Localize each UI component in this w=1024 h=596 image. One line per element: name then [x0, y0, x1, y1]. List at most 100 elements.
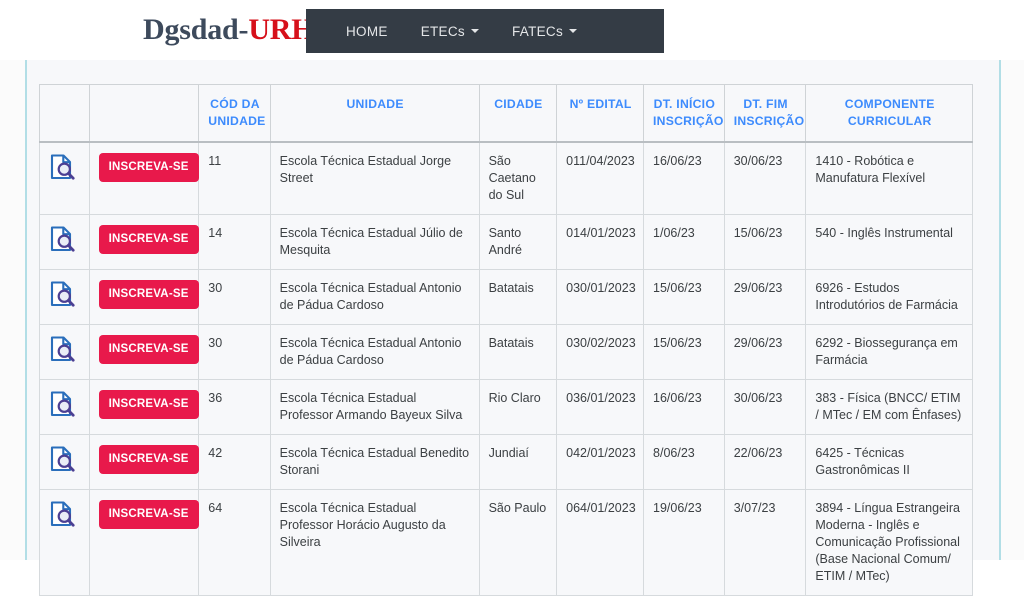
cell-cod-unidade: 11: [198, 141, 271, 215]
cell-componente: 540 - Inglês Instrumental: [805, 214, 973, 270]
col-header-dt-inicio: DT. INÍCIO INSCRIÇÃO: [643, 84, 725, 143]
document-search-icon[interactable]: [49, 390, 76, 418]
cell-unidade: Escola Técnica Estadual Benedito Storani: [269, 434, 480, 490]
nav-item-fatecs-label: FATECs: [511, 23, 564, 39]
cell-cidade: Santo André: [478, 214, 558, 270]
cell-unidade: Escola Técnica Estadual Júlio de Mesquit…: [269, 214, 480, 270]
cell-edital: 064/01/2023: [556, 489, 645, 596]
cell-edital: 036/01/2023: [556, 379, 645, 435]
col-header-edital: Nº EDITAL: [556, 84, 645, 143]
cell-dt-fim: 22/06/23: [723, 434, 807, 490]
cell-edital: 011/04/2023: [556, 141, 645, 215]
table-row: INSCREVA-SE 14 Escola Técnica Estadual J…: [39, 214, 973, 270]
vacancies-table: CÓD DA UNIDADE UNIDADE CIDADE Nº EDITAL …: [39, 84, 973, 596]
document-search-icon[interactable]: [49, 280, 76, 308]
cell-cod-unidade: 30: [198, 324, 271, 380]
cell-dt-fim: 15/06/23: [723, 214, 807, 270]
cell-cod-unidade: 64: [198, 489, 271, 596]
chevron-down-icon: [470, 29, 479, 33]
logo-text-primary: Dgsdad-: [143, 13, 249, 46]
cell-action: INSCREVA-SE: [88, 141, 200, 215]
table-row: INSCREVA-SE 11 Escola Técnica Estadual J…: [39, 141, 973, 215]
cell-edital: 030/02/2023: [556, 324, 645, 380]
cell-cod-unidade: 36: [198, 379, 271, 435]
col-header-detail: [39, 84, 90, 143]
site-logo[interactable]: Dgsdad-URH: [143, 13, 315, 47]
col-header-cod-unidade: CÓD DA UNIDADE: [198, 84, 271, 143]
cell-action: INSCREVA-SE: [88, 434, 200, 490]
cell-edital: 042/01/2023: [556, 434, 645, 490]
cell-action: INSCREVA-SE: [88, 214, 200, 270]
cell-componente: 6292 - Biossegurança em Farmácia: [805, 324, 973, 380]
cell-dt-inicio: 1/06/23: [643, 214, 725, 270]
nav-item-etecs[interactable]: ETECs: [421, 24, 479, 39]
cell-componente: 3894 - Língua Estrangeira Moderna - Ingl…: [805, 489, 973, 596]
cell-dt-inicio: 8/06/23: [643, 434, 725, 490]
main-navigation: HOME ETECs FATECs: [306, 9, 664, 53]
cell-detail: [39, 269, 90, 325]
cell-dt-fim: 30/06/23: [723, 141, 807, 215]
document-search-icon[interactable]: [49, 445, 76, 473]
cell-dt-inicio: 15/06/23: [643, 324, 725, 380]
cell-cod-unidade: 30: [198, 269, 271, 325]
cell-componente: 383 - Física (BNCC/ ETIM / MTec / EM com…: [805, 379, 973, 435]
cell-detail: [39, 489, 90, 596]
cell-dt-inicio: 15/06/23: [643, 269, 725, 325]
cell-action: INSCREVA-SE: [88, 324, 200, 380]
inscreva-se-button[interactable]: INSCREVA-SE: [98, 500, 199, 529]
document-search-icon[interactable]: [49, 500, 76, 528]
cell-detail: [39, 141, 90, 215]
table-row: INSCREVA-SE 30 Escola Técnica Estadual A…: [39, 324, 973, 380]
cell-edital: 014/01/2023: [556, 214, 645, 270]
cell-cidade: Jundiaí: [478, 434, 558, 490]
table-header-row: CÓD DA UNIDADE UNIDADE CIDADE Nº EDITAL …: [39, 84, 973, 143]
cell-dt-inicio: 19/06/23: [643, 489, 725, 596]
logo-text-accent: URH: [248, 13, 315, 46]
cell-cidade: Batatais: [478, 324, 558, 380]
col-header-dt-fim: DT. FIM INSCRIÇÃO: [723, 84, 807, 143]
col-header-action: [88, 84, 200, 143]
inscreva-se-button[interactable]: INSCREVA-SE: [98, 390, 199, 419]
nav-item-home-label: HOME: [346, 23, 388, 39]
cell-cidade: Rio Claro: [478, 379, 558, 435]
cell-action: INSCREVA-SE: [88, 489, 200, 596]
cell-unidade: Escola Técnica Estadual Antonio de Pádua…: [269, 269, 480, 325]
inscreva-se-button[interactable]: INSCREVA-SE: [98, 225, 199, 254]
document-search-icon[interactable]: [49, 153, 76, 181]
cell-cidade: São Caetano do Sul: [478, 141, 558, 215]
container-edge-right: [999, 60, 1001, 560]
cell-dt-fim: 29/06/23: [723, 269, 807, 325]
cell-componente: 1410 - Robótica e Manufatura Flexível: [805, 141, 973, 215]
page-outer-margin-left: [0, 60, 25, 560]
container-edge-left: [25, 60, 27, 560]
cell-dt-fim: 29/06/23: [723, 324, 807, 380]
cell-dt-fim: 30/06/23: [723, 379, 807, 435]
chevron-down-icon: [569, 29, 578, 33]
col-header-cidade: CIDADE: [478, 84, 558, 143]
cell-componente: 6926 - Estudos Introdutórios de Farmácia: [805, 269, 973, 325]
nav-item-etecs-label: ETECs: [420, 23, 465, 39]
document-search-icon[interactable]: [49, 225, 76, 253]
page-outer-margin-right: [1001, 60, 1024, 560]
cell-action: INSCREVA-SE: [88, 269, 200, 325]
cell-dt-inicio: 16/06/23: [643, 379, 725, 435]
inscreva-se-button[interactable]: INSCREVA-SE: [98, 280, 199, 309]
nav-item-fatecs[interactable]: FATECs: [511, 23, 578, 39]
cell-componente: 6425 - Técnicas Gastronômicas II: [805, 434, 973, 490]
cell-detail: [39, 379, 90, 435]
table-row: INSCREVA-SE 64 Escola Técnica Estadual P…: [39, 489, 973, 596]
cell-unidade: Escola Técnica Estadual Professor Armand…: [269, 379, 480, 435]
cell-edital: 030/01/2023: [556, 269, 645, 325]
listing-table-container: CÓD DA UNIDADE UNIDADE CIDADE Nº EDITAL …: [39, 84, 973, 596]
cell-cod-unidade: 14: [198, 214, 271, 270]
inscreva-se-button[interactable]: INSCREVA-SE: [98, 335, 199, 364]
cell-dt-fim: 3/07/23: [723, 489, 807, 596]
inscreva-se-button[interactable]: INSCREVA-SE: [98, 153, 199, 182]
top-bar: Dgsdad-URH HOME ETECs FATECs: [0, 0, 1024, 60]
nav-item-home[interactable]: HOME: [346, 24, 388, 39]
inscreva-se-button[interactable]: INSCREVA-SE: [98, 445, 199, 474]
cell-action: INSCREVA-SE: [88, 379, 200, 435]
cell-cidade: São Paulo: [478, 489, 558, 596]
table-header: CÓD DA UNIDADE UNIDADE CIDADE Nº EDITAL …: [39, 84, 973, 143]
document-search-icon[interactable]: [49, 335, 76, 363]
